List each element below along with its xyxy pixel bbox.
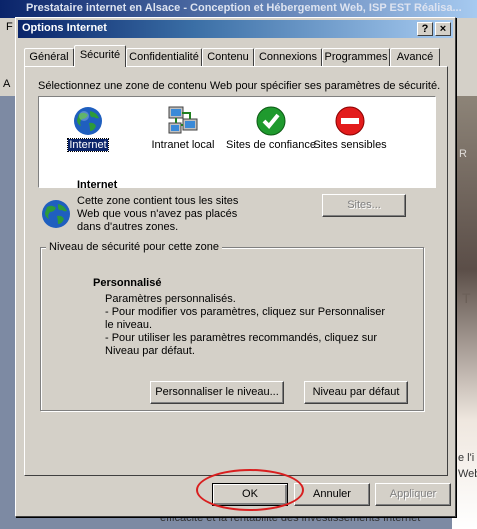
security-level-line: - Pour modifier vos paramètres, cliquez …: [105, 306, 386, 331]
zone-info-description: Cette zone contient tous les sites Web q…: [77, 195, 239, 233]
dialog-title: Options Internet: [22, 22, 107, 34]
zone-label: Sites de confiance: [226, 139, 316, 151]
browser-menu-fragment[interactable]: F: [6, 21, 13, 33]
browser-side-letter: T: [462, 290, 471, 306]
zone-restricted-sites[interactable]: Sites sensibles: [305, 97, 395, 197]
dialog-titlebar[interactable]: Options Internet ? ×: [18, 20, 453, 38]
zone-local-intranet[interactable]: Intranet local: [138, 97, 228, 197]
security-level-line: - Pour utiliser les paramètres recommand…: [105, 332, 378, 357]
close-button[interactable]: ×: [435, 22, 451, 36]
tab-programs[interactable]: Programmes: [322, 48, 390, 66]
tab-privacy[interactable]: Confidentialité: [126, 48, 202, 66]
tab-advanced[interactable]: Avancé: [390, 48, 440, 66]
security-level-group-title: Niveau de sécurité pour cette zone: [46, 241, 222, 253]
default-level-button[interactable]: Niveau par défaut: [304, 381, 408, 404]
zone-instruction: Sélectionnez une zone de contenu Web pou…: [38, 80, 441, 92]
help-button[interactable]: ?: [417, 22, 433, 36]
checkmark-icon: [256, 106, 286, 136]
apply-button[interactable]: Appliquer: [375, 483, 451, 506]
zone-label: Intranet local: [151, 139, 215, 151]
tab-security[interactable]: Sécurité: [74, 45, 126, 67]
globe-icon: [74, 107, 102, 135]
zone-list[interactable]: Internet Intranet local Sites de confian…: [38, 96, 436, 188]
zone-label: Sites sensibles: [313, 139, 387, 151]
browser-titlebar: Prestataire internet en Alsace - Concept…: [0, 0, 477, 18]
tab-connections[interactable]: Connexions: [254, 48, 322, 66]
zone-trusted-sites[interactable]: Sites de confiance: [226, 97, 316, 197]
cancel-button[interactable]: Annuler: [294, 483, 370, 506]
zone-info-title: Internet: [77, 179, 118, 191]
internet-options-dialog: Options Internet ? × Général Sécurité Co…: [15, 17, 456, 517]
custom-level-button[interactable]: Personnaliser le niveau...: [150, 381, 284, 404]
browser-address-fragment[interactable]: A: [3, 78, 10, 90]
globe-icon: [42, 200, 70, 228]
browser-side-letter: R: [459, 148, 467, 160]
tab-general[interactable]: Général: [24, 48, 74, 66]
browser-text-fragment: Web: [458, 468, 477, 480]
browser-text-fragment: e l'i: [458, 452, 475, 464]
browser-title: Prestataire internet en Alsace - Concept…: [26, 2, 462, 14]
zone-label: Internet: [67, 138, 109, 152]
security-level-name: Personnalisé: [93, 277, 162, 289]
ok-button[interactable]: OK: [212, 483, 288, 506]
tab-content[interactable]: Contenu: [202, 48, 254, 66]
no-entry-icon: [335, 106, 365, 136]
sites-button[interactable]: Sites...: [322, 194, 406, 217]
security-level-line: Paramètres personnalisés.: [105, 293, 236, 305]
network-computer-icon: [168, 106, 198, 134]
